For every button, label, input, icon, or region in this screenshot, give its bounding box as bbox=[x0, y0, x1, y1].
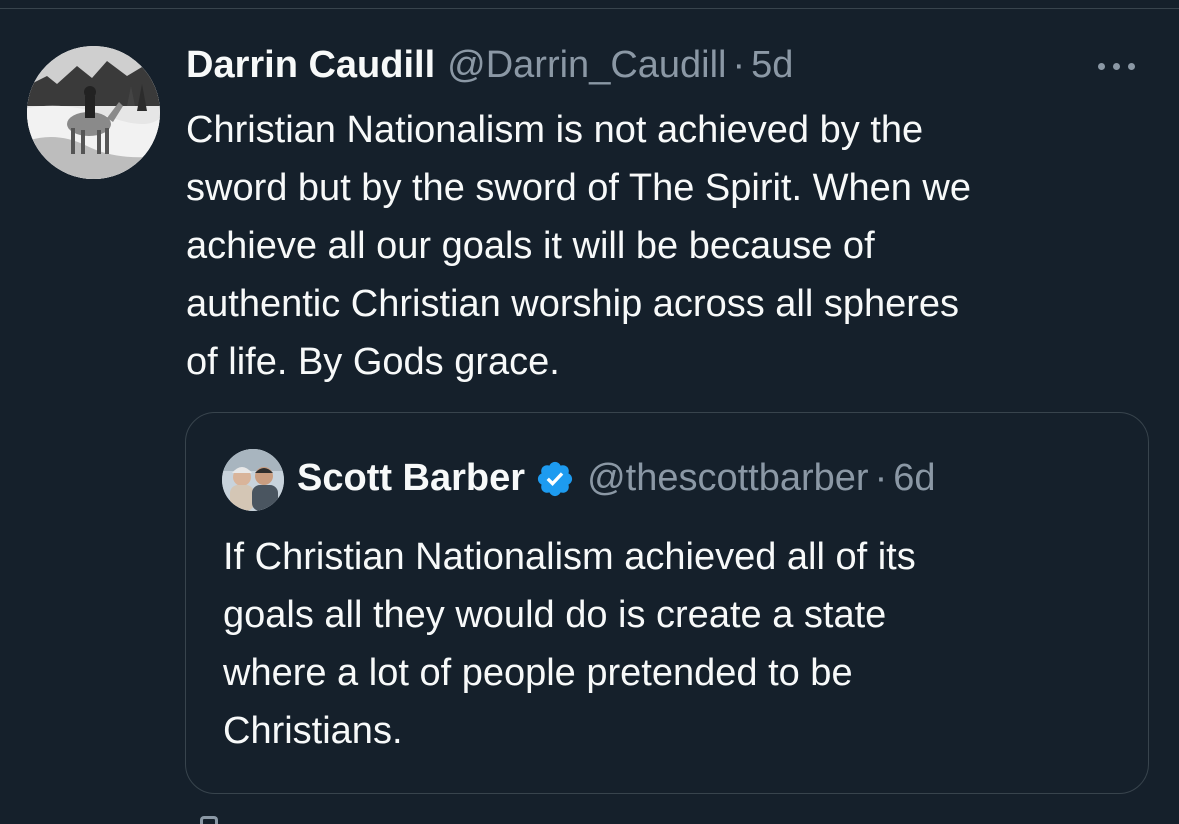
author-handle[interactable]: @Darrin_Caudill bbox=[447, 44, 726, 87]
tweet-timestamp[interactable]: 5d bbox=[751, 44, 793, 87]
more-dot bbox=[1113, 62, 1120, 70]
tweet-header: Darrin Caudill @Darrin_Caudill · 5d bbox=[186, 44, 793, 90]
author-name[interactable]: Darrin Caudill bbox=[186, 44, 435, 87]
quoted-separator-dot: · bbox=[874, 457, 888, 499]
quoted-author-name[interactable]: Scott Barber bbox=[297, 457, 525, 500]
tweet-text: Christian Nationalism is not achieved by… bbox=[186, 109, 971, 383]
tweet[interactable]: Darrin Caudill @Darrin_Caudill · 5d Chri… bbox=[0, 0, 1179, 824]
quoted-tweet[interactable]: Scott Barber @thescottbarber · 6d If Chr… bbox=[185, 412, 1149, 794]
reply-icon-partial[interactable] bbox=[200, 816, 218, 824]
more-dot bbox=[1098, 62, 1105, 70]
quoted-tweet-text: If Christian Nationalism achieved all of… bbox=[223, 536, 916, 752]
more-horizontal-icon[interactable] bbox=[1098, 54, 1148, 78]
verified-badge-icon bbox=[535, 459, 575, 499]
quoted-author-handle[interactable]: @thescottbarber bbox=[587, 457, 869, 500]
quoted-author-avatar[interactable] bbox=[222, 449, 284, 511]
separator-dot: · bbox=[732, 44, 746, 86]
avatar-photo bbox=[27, 46, 160, 179]
author-avatar[interactable] bbox=[27, 46, 160, 179]
quoted-tweet-header: Scott Barber @thescottbarber · 6d bbox=[297, 457, 936, 500]
more-dot bbox=[1128, 62, 1135, 70]
quoted-tweet-timestamp[interactable]: 6d bbox=[893, 457, 935, 500]
quoted-avatar-photo bbox=[222, 449, 284, 511]
